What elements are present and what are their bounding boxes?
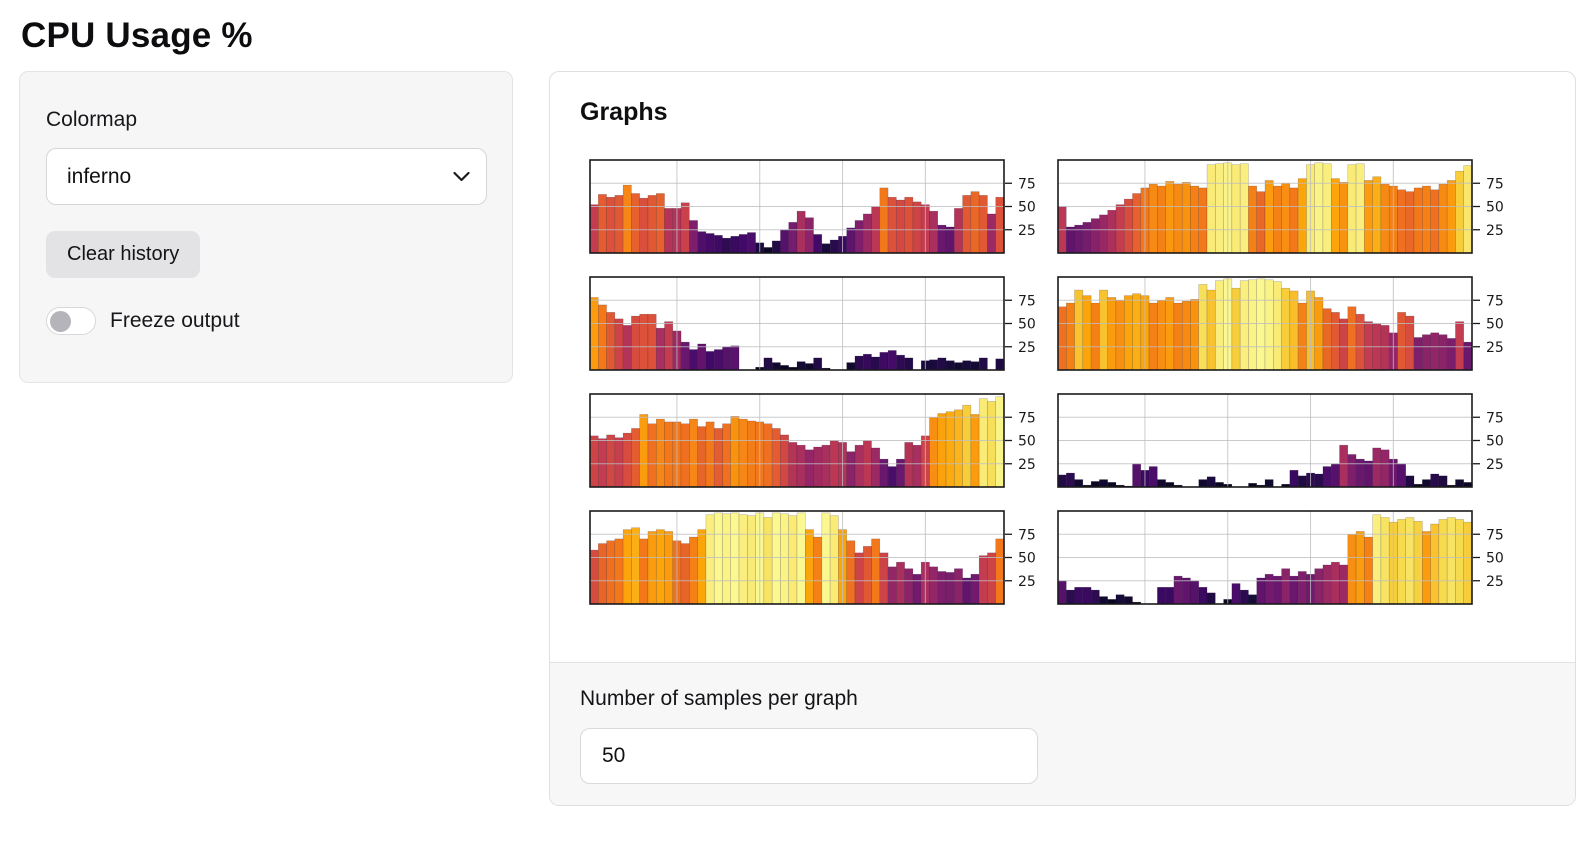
ytick-label: 50: [1018, 200, 1036, 216]
samples-label: Number of samples per graph: [580, 687, 1575, 711]
cpu-graph-cell: 25 50 75: [589, 276, 1049, 372]
ytick-label: 75: [1018, 176, 1036, 192]
ytick-label: 25: [1018, 457, 1036, 473]
cpu-graph-graph-8: 25 50 75: [1057, 510, 1517, 606]
freeze-output-toggle[interactable]: [46, 307, 96, 335]
ytick-label: 75: [1486, 176, 1504, 192]
cpu-graph-graph-2: 25 50 75: [1057, 159, 1517, 255]
ytick-label: 75: [1018, 293, 1036, 309]
ytick-label: 50: [1486, 200, 1504, 216]
graphs-heading: Graphs: [580, 98, 1575, 127]
ytick-label: 25: [1486, 574, 1504, 590]
ytick-label: 25: [1486, 457, 1504, 473]
cpu-graph-graph-6: 25 50 75: [1057, 393, 1517, 489]
controls-card: Colormap inferno Clear history Freeze ou…: [19, 71, 513, 383]
ytick-label: 75: [1018, 527, 1036, 543]
cpu-graph-cell: 25 50 75: [1057, 276, 1517, 372]
cpu-graph-graph-1: 25 50 75: [589, 159, 1049, 255]
page-title: CPU Usage %: [21, 16, 1596, 56]
graphs-card: Graphs 25 50 75 25 50 75 25 50 75 25 50 75 25 50 75 25 5…: [549, 71, 1576, 806]
ytick-label: 75: [1486, 410, 1504, 426]
samples-input[interactable]: [580, 728, 1038, 784]
clear-history-button[interactable]: Clear history: [46, 231, 200, 278]
ytick-label: 50: [1018, 551, 1036, 567]
ytick-label: 75: [1486, 527, 1504, 543]
colormap-label: Colormap: [46, 108, 484, 132]
ytick-label: 75: [1018, 410, 1036, 426]
ytick-label: 50: [1018, 317, 1036, 333]
cpu-graph-graph-4: 25 50 75: [1057, 276, 1517, 372]
cpu-graph-graph-5: 25 50 75: [589, 393, 1049, 489]
freeze-output-label: Freeze output: [110, 309, 240, 333]
ytick-label: 50: [1486, 317, 1504, 333]
ytick-label: 25: [1018, 340, 1036, 356]
cpu-graph-cell: 25 50 75: [1057, 393, 1517, 489]
cpu-graph-graph-3: 25 50 75: [589, 276, 1049, 372]
main-layout: Colormap inferno Clear history Freeze ou…: [0, 71, 1596, 806]
ytick-label: 25: [1018, 574, 1036, 590]
cpu-graph-cell: 25 50 75: [589, 510, 1049, 606]
toggle-knob: [50, 311, 71, 332]
colormap-select-wrap: inferno: [46, 148, 487, 205]
ytick-label: 25: [1486, 223, 1504, 239]
ytick-label: 75: [1486, 293, 1504, 309]
ytick-label: 50: [1486, 551, 1504, 567]
graphs-grid: 25 50 75 25 50 75 25 50 75 25 50 75 25 50 75 25 50 75 25 50…: [589, 159, 1575, 606]
cpu-graph-cell: 25 50 75: [1057, 159, 1517, 255]
cpu-graph-cell: 25 50 75: [1057, 510, 1517, 606]
ytick-label: 25: [1486, 340, 1504, 356]
colormap-select[interactable]: inferno: [46, 148, 487, 205]
ytick-label: 25: [1018, 223, 1036, 239]
graphs-area: Graphs 25 50 75 25 50 75 25 50 75 25 50 75 25 50 75 25 5…: [550, 72, 1575, 662]
cpu-graph-cell: 25 50 75: [589, 393, 1049, 489]
ytick-label: 50: [1486, 434, 1504, 450]
cpu-graph-graph-7: 25 50 75: [589, 510, 1049, 606]
freeze-output-row: Freeze output: [46, 307, 484, 335]
ytick-label: 50: [1018, 434, 1036, 450]
samples-footer: Number of samples per graph: [550, 662, 1575, 805]
cpu-graph-cell: 25 50 75: [589, 159, 1049, 255]
